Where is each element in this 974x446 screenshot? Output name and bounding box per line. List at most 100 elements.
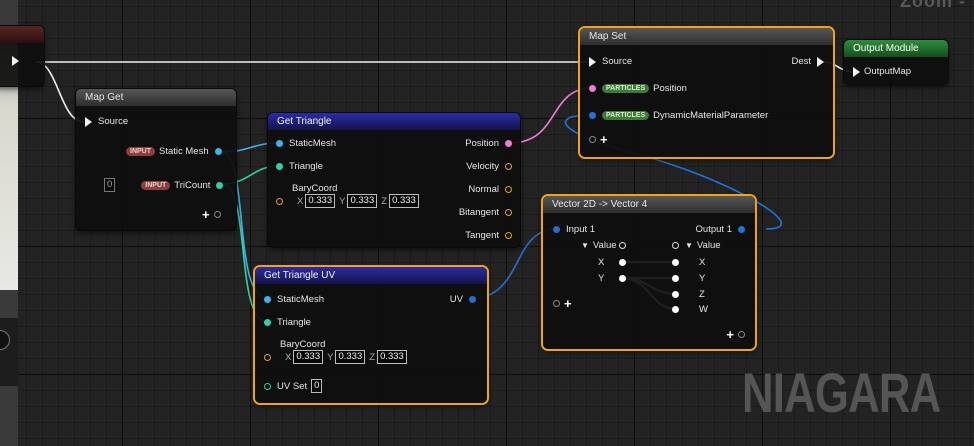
value-out-label: Value: [696, 240, 721, 251]
get-triangle-uv-triangle-pin[interactable]: Triangle: [264, 317, 311, 328]
barycoord-y-field[interactable]: 0.333: [335, 350, 366, 364]
vec2-to-vec4-input1-pin[interactable]: Input 1: [553, 224, 595, 235]
output-uv-pin[interactable]: UV: [450, 294, 476, 305]
position-pin-icon: [589, 85, 596, 92]
int-pin-icon: [264, 319, 271, 326]
uv-set-field[interactable]: 0: [311, 379, 323, 393]
map-set-header: Map Set: [580, 28, 833, 45]
in-x-label: X: [598, 257, 605, 268]
float-pin-icon: [672, 306, 679, 313]
add-pin-icon[interactable]: +: [564, 296, 572, 311]
barycoord-x-field[interactable]: 0.333: [293, 350, 324, 364]
vector2-pin-icon: [553, 226, 560, 233]
out-y-pin[interactable]: Y: [672, 273, 705, 284]
get-triangle-uv-staticmesh-pin[interactable]: StaticMesh: [264, 294, 324, 305]
get-triangle-triangle-pin[interactable]: Triangle: [276, 161, 323, 172]
split-value-out[interactable]: ▼ Value: [672, 240, 721, 251]
barycoord-z-field[interactable]: 0.333: [377, 350, 407, 364]
barycoord-label: BaryCoord: [280, 339, 326, 350]
get-triangle-staticmesh-pin[interactable]: StaticMesh: [276, 138, 336, 149]
vec2-to-vec4-add-input-pin[interactable]: +: [553, 296, 572, 311]
position-pin-icon: [505, 140, 512, 147]
out-y-label: Y: [699, 273, 706, 284]
output-velocity-pin[interactable]: Velocity: [466, 161, 512, 172]
collapse-arrow-icon[interactable]: ▼: [581, 241, 589, 250]
out-x-pin[interactable]: X: [672, 257, 705, 268]
vec2-to-vec4-header: Vector 2D -> Vector 4: [543, 196, 755, 213]
map-get-node[interactable]: Map Get Source INPUT Static Mesh 0 INPUT…: [76, 89, 236, 230]
left-partial-exec-out[interactable]: [12, 56, 19, 66]
output-position-pin[interactable]: Position: [465, 138, 512, 149]
map-set-dest-pin[interactable]: Dest: [791, 56, 824, 67]
add-pin-icon[interactable]: +: [202, 207, 210, 222]
vector-pin-icon: [276, 197, 283, 205]
in-y-pin[interactable]: Y: [598, 273, 627, 284]
tricount-label: TriCount: [174, 179, 211, 191]
x-axis-label: X: [285, 351, 292, 363]
get-triangle-barycoord-pin[interactable]: X 0.333 Y 0.333 Z 0.333: [276, 194, 419, 208]
vector4-pin-icon: [738, 226, 745, 233]
vector-pin-icon: [505, 163, 512, 170]
output-position-label: Position: [465, 138, 499, 149]
map-set-dmp-pin[interactable]: PARTICLES DynamicMaterialParameter: [589, 110, 768, 121]
output-module-outputmap-pin[interactable]: OutputMap: [853, 66, 911, 77]
input-badge: INPUT: [126, 147, 155, 156]
add-pin-icon[interactable]: +: [600, 132, 608, 147]
collapse-arrow-icon[interactable]: ▼: [685, 241, 693, 250]
get-triangle-uv-uvset-pin[interactable]: UV Set 0: [264, 379, 323, 393]
output-normal-pin[interactable]: Normal: [468, 184, 512, 195]
left-partial-node-header: [0, 26, 44, 43]
map-set-add-pin[interactable]: +: [589, 132, 608, 147]
get-triangle-uv-barycoord-pin[interactable]: X 0.333 Y 0.333 Z 0.333: [264, 350, 407, 364]
output-tangent-label: Tangent: [465, 230, 499, 241]
get-triangle-node[interactable]: Get Triangle StaticMesh Triangle BaryCoo…: [268, 113, 520, 247]
barycoord-x-field[interactable]: 0.333: [305, 194, 336, 208]
out-w-pin[interactable]: W: [672, 304, 708, 315]
in-x-pin[interactable]: X: [598, 257, 627, 268]
map-get-source-pin[interactable]: Source: [85, 116, 128, 127]
float-pin-icon: [619, 259, 627, 266]
output-tangent-pin[interactable]: Tangent: [465, 230, 512, 241]
out-z-pin[interactable]: Z: [672, 289, 705, 300]
mesh-pin-icon: [276, 140, 283, 147]
vec2-to-vec4-add-output-pin[interactable]: +: [726, 327, 745, 342]
tricount-value-field[interactable]: 0: [104, 178, 116, 192]
barycoord-label: BaryCoord: [292, 183, 338, 194]
vec2-to-vec4-node[interactable]: Vector 2D -> Vector 4 Input 1 Output 1 ▼…: [543, 196, 755, 349]
preview-toolbar: [0, 318, 18, 386]
exec-pin-icon: [853, 66, 860, 77]
map-get-static-mesh-pin[interactable]: INPUT Static Mesh: [126, 146, 222, 157]
add-pin-icon[interactable]: +: [726, 327, 734, 342]
exec-pin-icon: [85, 116, 92, 127]
output-bitangent-pin[interactable]: Bitangent: [459, 207, 512, 218]
z-axis-label: Z: [369, 351, 376, 363]
y-axis-label: Y: [339, 195, 346, 207]
output-module-node[interactable]: Output Module OutputMap: [844, 40, 948, 84]
map-set-position-pin[interactable]: PARTICLES Position: [589, 83, 687, 94]
map-set-source-pin[interactable]: Source: [589, 56, 632, 67]
add-pin-circle-icon: [738, 331, 745, 338]
y-axis-label: Y: [327, 351, 334, 363]
x-axis-label: X: [297, 195, 304, 207]
dmp-label: DynamicMaterialParameter: [653, 110, 769, 121]
vec2-to-vec4-output1-pin[interactable]: Output 1: [696, 224, 745, 235]
vector-pin-icon: [505, 209, 512, 216]
uv-set-label: UV Set: [277, 380, 308, 392]
map-get-tricount-pin[interactable]: 0 INPUT TriCount: [104, 178, 224, 192]
value-pin-icon: [618, 242, 626, 249]
mesh-pin-icon: [264, 296, 271, 303]
output-normal-label: Normal: [468, 184, 499, 195]
output-velocity-label: Velocity: [466, 161, 499, 172]
map-set-node[interactable]: Map Set Source Dest PARTICLES Position P…: [580, 28, 833, 157]
barycoord-z-field[interactable]: 0.333: [389, 194, 419, 208]
staticmesh-label: StaticMesh: [289, 138, 336, 149]
left-partial-node[interactable]: [0, 26, 44, 86]
vector4-pin-icon: [589, 112, 596, 119]
split-value-in[interactable]: ▼ Value: [581, 240, 626, 251]
value-in-label: Value: [592, 240, 617, 251]
output-bitangent-label: Bitangent: [458, 207, 499, 218]
add-pin-circle-icon: [213, 211, 221, 218]
barycoord-y-field[interactable]: 0.333: [347, 194, 378, 208]
map-get-add-pin[interactable]: +: [202, 207, 221, 222]
get-triangle-uv-node[interactable]: Get Triangle UV StaticMesh Triangle Bary…: [255, 267, 487, 403]
